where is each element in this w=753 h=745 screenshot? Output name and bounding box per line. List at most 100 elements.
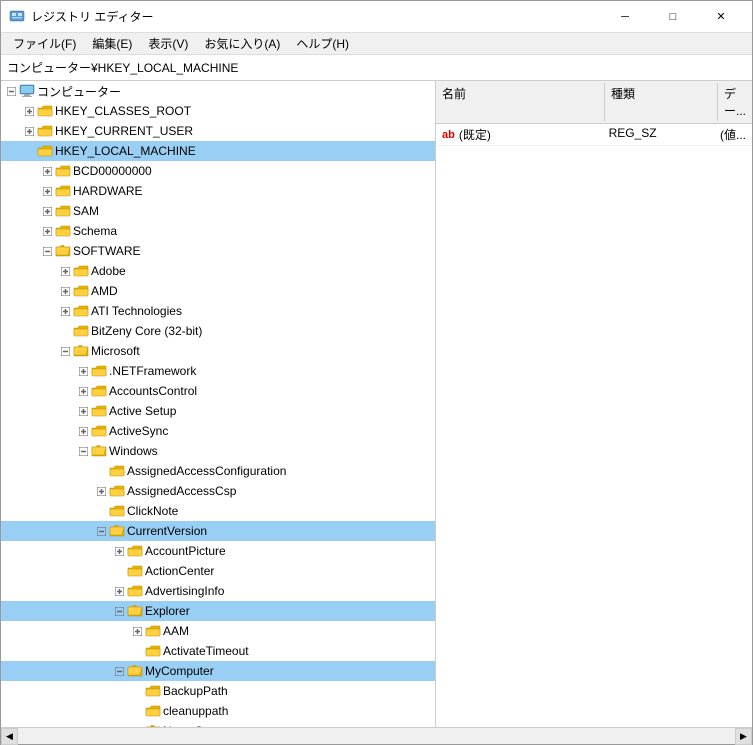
registry-value-row[interactable]: ab (既定) REG_SZ (値... [436, 124, 752, 146]
expand-icon[interactable] [129, 703, 145, 719]
tree-item[interactable]: SAM [1, 201, 435, 221]
expand-icon[interactable] [111, 583, 127, 599]
tree-item[interactable]: AccountPicture [1, 541, 435, 561]
tree-item[interactable]: ClickNote [1, 501, 435, 521]
tree-item[interactable]: ActivateTimeout [1, 641, 435, 661]
tree-item-label: AccountsControl [109, 384, 197, 398]
expand-icon[interactable] [21, 143, 37, 159]
tree-item[interactable]: ActionCenter [1, 561, 435, 581]
tree-item-label: SAM [73, 204, 99, 218]
menu-item[interactable]: 表示(V) [140, 33, 196, 54]
col-header-data[interactable]: デー... [718, 83, 752, 121]
tree-item[interactable]: BitZeny Core (32-bit) [1, 321, 435, 341]
tree-item[interactable]: ActiveSync [1, 421, 435, 441]
menu-item[interactable]: 編集(E) [84, 33, 140, 54]
tree-item[interactable]: SOFTWARE [1, 241, 435, 261]
tree-item[interactable]: Windows [1, 441, 435, 461]
expand-icon[interactable] [39, 183, 55, 199]
tree-item[interactable]: コンピューター [1, 81, 435, 101]
expand-icon[interactable] [75, 423, 91, 439]
tree-item[interactable]: Explorer [1, 601, 435, 621]
tree-item[interactable]: HKEY_CURRENT_USER [1, 121, 435, 141]
expand-icon[interactable] [93, 523, 109, 539]
menu-item[interactable]: ヘルプ(H) [288, 33, 357, 54]
title-bar: レジストリ エディター ─ □ ✕ [1, 1, 752, 33]
expand-icon[interactable] [93, 463, 109, 479]
menu-item[interactable]: ファイル(F) [5, 33, 84, 54]
col-header-name[interactable]: 名前 [436, 83, 605, 121]
horizontal-scrollbar[interactable]: ◀ ▶ [1, 727, 752, 744]
expand-icon[interactable] [111, 543, 127, 559]
tree-item[interactable]: ATI Technologies [1, 301, 435, 321]
tree-item[interactable]: CurrentVersion [1, 521, 435, 541]
expand-icon[interactable] [39, 223, 55, 239]
close-button[interactable]: ✕ [698, 2, 744, 32]
folder-icon [73, 344, 89, 358]
scroll-track[interactable] [18, 728, 735, 744]
tree-item[interactable]: Active Setup [1, 401, 435, 421]
tree-item[interactable]: .NETFramework [1, 361, 435, 381]
tree-item[interactable]: BackupPath [1, 681, 435, 701]
folder-icon [145, 704, 161, 718]
folder-icon [109, 484, 125, 498]
scroll-left-button[interactable]: ◀ [1, 728, 18, 745]
tree-item[interactable]: AssignedAccessCsp [1, 481, 435, 501]
expand-icon[interactable] [39, 163, 55, 179]
expand-icon[interactable] [57, 303, 73, 319]
tree-item[interactable]: MyComputer [1, 661, 435, 681]
expand-icon[interactable] [129, 683, 145, 699]
folder-icon [37, 104, 53, 118]
tree-pane[interactable]: コンピューター HKEY_CLASSES_ROOT HKEY_CURRENT_U… [1, 81, 436, 727]
scroll-right-button[interactable]: ▶ [735, 728, 752, 745]
tree-item-label: Windows [109, 444, 158, 458]
tree-item[interactable]: AMD [1, 281, 435, 301]
expand-icon[interactable] [57, 283, 73, 299]
expand-icon[interactable] [129, 623, 145, 639]
expand-icon[interactable] [57, 323, 73, 339]
title-bar-left: レジストリ エディター [9, 8, 154, 25]
expand-icon[interactable] [129, 643, 145, 659]
folder-icon [91, 384, 107, 398]
tree-item[interactable]: cleanuppath [1, 701, 435, 721]
folder-icon [127, 664, 143, 678]
tree-item[interactable]: HARDWARE [1, 181, 435, 201]
expand-icon[interactable] [75, 383, 91, 399]
maximize-button[interactable]: □ [650, 2, 696, 32]
expand-icon[interactable] [75, 363, 91, 379]
expand-icon[interactable] [39, 243, 55, 259]
folder-icon [145, 724, 161, 727]
expand-icon[interactable] [75, 443, 91, 459]
expand-icon[interactable] [39, 203, 55, 219]
expand-icon[interactable] [111, 563, 127, 579]
expand-icon[interactable] [57, 263, 73, 279]
folder-icon [109, 464, 125, 478]
expand-icon[interactable] [75, 403, 91, 419]
tree-item[interactable]: HKEY_LOCAL_MACHINE [1, 141, 435, 161]
expand-icon[interactable] [93, 483, 109, 499]
tree-item-label: AMD [91, 284, 118, 298]
tree-item[interactable]: AssignedAccessConfiguration [1, 461, 435, 481]
tree-item[interactable]: AccountsControl [1, 381, 435, 401]
tree-item[interactable]: Adobe [1, 261, 435, 281]
tree-item[interactable]: AAM [1, 621, 435, 641]
value-type: REG_SZ [603, 125, 714, 144]
expand-icon[interactable] [21, 123, 37, 139]
tree-item[interactable]: Microsoft [1, 341, 435, 361]
expand-icon[interactable] [21, 103, 37, 119]
menu-item[interactable]: お気に入り(A) [196, 33, 288, 54]
tree-item[interactable]: BCD00000000 [1, 161, 435, 181]
expand-icon[interactable] [93, 503, 109, 519]
expand-icon[interactable] [111, 603, 127, 619]
tree-item[interactable]: AdvertisingInfo [1, 581, 435, 601]
value-name: ab (既定) [436, 125, 603, 144]
expand-icon[interactable] [111, 663, 127, 679]
col-header-type[interactable]: 種類 [605, 83, 718, 121]
expand-icon[interactable] [57, 343, 73, 359]
tree-item[interactable]: NameSpace [1, 721, 435, 727]
expand-icon[interactable] [129, 723, 145, 727]
tree-item[interactable]: Schema [1, 221, 435, 241]
tree-item[interactable]: HKEY_CLASSES_ROOT [1, 101, 435, 121]
minimize-button[interactable]: ─ [602, 2, 648, 32]
expand-icon[interactable] [3, 83, 19, 99]
tree-item-label: Active Setup [109, 404, 176, 418]
